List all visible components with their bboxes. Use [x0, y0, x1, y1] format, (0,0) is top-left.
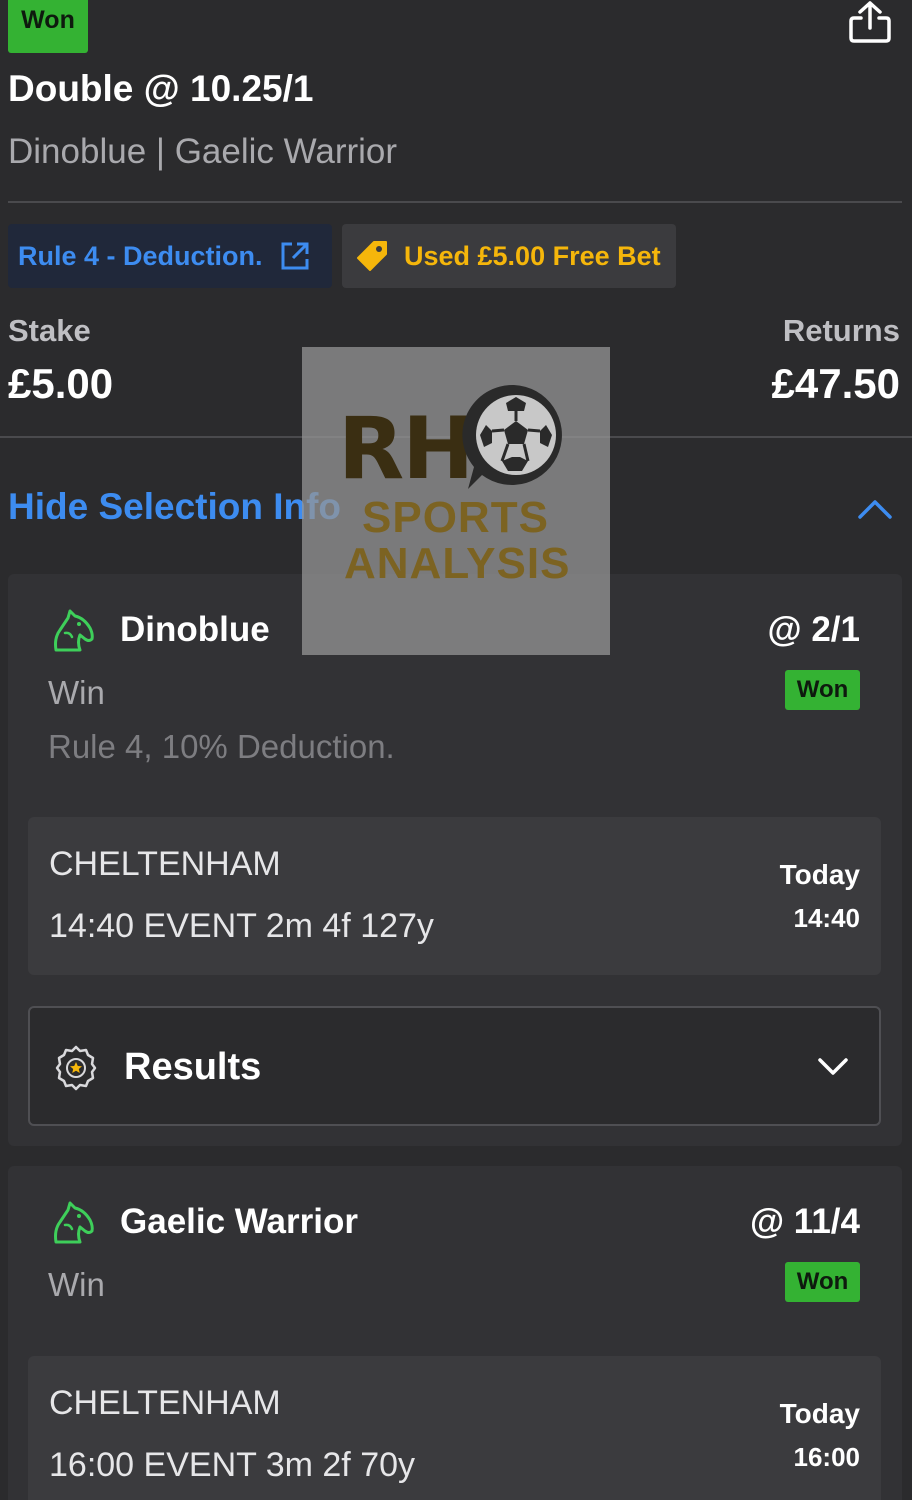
selection-odds: @ 11/4	[749, 1202, 860, 1241]
watermark-logo: RH SPORTS ANALYSIS	[302, 347, 610, 655]
event-description: 14:40 EVENT 2m 4f 127y	[49, 907, 434, 945]
hide-selection-info-toggle[interactable]: Hide Selection Info	[8, 486, 341, 528]
bet-title: Double @ 10.25/1	[8, 68, 314, 109]
returns-value: £47.50	[771, 360, 900, 407]
stake-value: £5.00	[8, 360, 114, 407]
soccer-ball-icon	[462, 384, 562, 489]
award-rosette-icon	[55, 1045, 97, 1091]
selection-name: Dinoblue	[120, 610, 270, 649]
selection-card: Gaelic Warrior @ 11/4 Won Win CHELTENHAM…	[8, 1166, 902, 1500]
selection-market: Win	[48, 674, 105, 711]
event-day: Today	[779, 859, 860, 890]
divider	[8, 201, 902, 203]
free-bet-tag: Used £5.00 Free Bet	[342, 224, 676, 288]
returns-label: Returns	[782, 313, 900, 348]
watermark-analysis-text: ANALYSIS	[344, 539, 571, 588]
selection-name: Gaelic Warrior	[120, 1202, 358, 1241]
selection-market: Win	[48, 1266, 105, 1303]
event-time: 16:00	[793, 1442, 861, 1472]
event-time: 14:40	[793, 903, 861, 933]
rule4-note: Rule 4, 10% Deduction.	[48, 728, 395, 765]
chevron-up-icon[interactable]	[856, 495, 894, 521]
event-venue: CHELTENHAM	[49, 1384, 281, 1422]
selection-status-badge: Won	[785, 1262, 860, 1302]
stake-label: Stake	[8, 313, 91, 348]
event-description: 16:00 EVENT 3m 2f 70y	[49, 1446, 416, 1484]
watermark-sports-text: SPORTS	[362, 493, 549, 542]
results-label: Results	[124, 1046, 262, 1088]
event-day: Today	[779, 1398, 860, 1429]
selection-status-badge: Won	[785, 670, 860, 710]
status-badge: Won	[8, 0, 88, 53]
results-accordion[interactable]: Results	[28, 1006, 881, 1126]
selection-odds: @ 2/1	[767, 610, 860, 649]
selection-card: Dinoblue @ 2/1 Won Win Rule 4, 10% Deduc…	[8, 574, 902, 1146]
event-info: CHELTENHAM 14:40 EVENT 2m 4f 127y Today …	[28, 817, 881, 975]
bet-selections-summary: Dinoblue | Gaelic Warrior	[8, 132, 398, 171]
share-icon[interactable]	[846, 0, 894, 46]
event-venue: CHELTENHAM	[49, 845, 281, 883]
chevron-down-icon	[818, 1058, 848, 1075]
horse-icon	[54, 1201, 94, 1244]
event-info: CHELTENHAM 16:00 EVENT 3m 2f 70y Today 1…	[28, 1356, 881, 1500]
rule4-label: Rule 4 - Deduction.	[18, 240, 263, 271]
watermark-rh-text: RH	[338, 399, 474, 499]
free-bet-label: Used £5.00 Free Bet	[404, 240, 661, 271]
tag-icon	[357, 241, 387, 271]
external-link-icon	[281, 242, 309, 270]
horse-icon	[54, 609, 94, 652]
rule4-deduction-link[interactable]: Rule 4 - Deduction.	[8, 224, 332, 288]
